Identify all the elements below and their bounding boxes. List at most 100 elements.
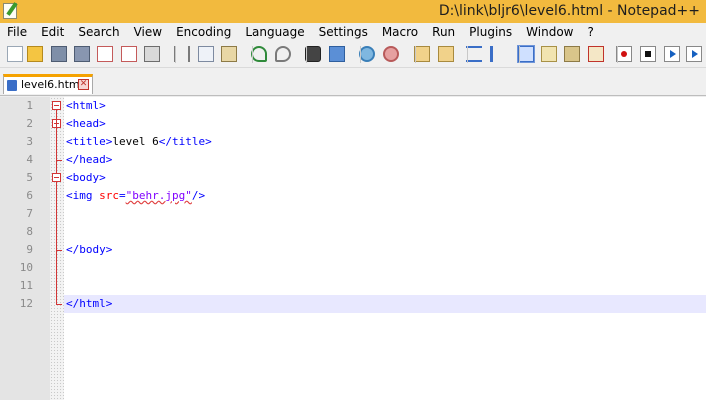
undo-icon[interactable] bbox=[251, 46, 267, 62]
menu-file[interactable]: File bbox=[0, 23, 34, 42]
cut-icon[interactable] bbox=[174, 46, 190, 62]
editor[interactable]: 1 2 3 4 5 6 7 8 9 10 11 12 <html> <head> <title>level… bbox=[0, 97, 706, 400]
fold-html-icon[interactable] bbox=[52, 101, 61, 110]
code-line[interactable] bbox=[64, 277, 706, 295]
line-number: 8 bbox=[26, 225, 33, 238]
fold-guide-head bbox=[56, 128, 57, 160]
document-icon bbox=[7, 80, 17, 91]
code-token: "behr.jpg" bbox=[125, 189, 192, 202]
close-all-icon[interactable] bbox=[121, 46, 137, 62]
zoom-in-icon[interactable] bbox=[359, 46, 375, 62]
line-number: 2 bbox=[26, 117, 33, 130]
menu-language[interactable]: Language bbox=[238, 23, 311, 42]
code-token: <html> bbox=[66, 99, 106, 112]
tab-strip: level6.html ✕ bbox=[0, 68, 706, 95]
toolbar-separator bbox=[175, 46, 176, 63]
play-macro-icon[interactable] bbox=[664, 46, 680, 62]
menu-macro[interactable]: Macro bbox=[375, 23, 425, 42]
record-macro-icon[interactable] bbox=[616, 46, 632, 62]
code-line[interactable] bbox=[64, 259, 706, 277]
menu-help[interactable]: ? bbox=[580, 23, 600, 42]
line-number-gutter: 1 2 3 4 5 6 7 8 9 10 11 12 bbox=[0, 97, 50, 400]
code-line[interactable]: <img src="behr.jpg"/> bbox=[64, 187, 706, 205]
menu-run[interactable]: Run bbox=[425, 23, 462, 42]
code-line[interactable]: </head> bbox=[64, 151, 706, 169]
notepadpp-app-icon[interactable] bbox=[3, 3, 17, 19]
paste-icon[interactable] bbox=[221, 46, 237, 62]
fold-end-head bbox=[56, 160, 62, 161]
toolbar-separator bbox=[360, 46, 361, 63]
function-list-icon[interactable] bbox=[588, 46, 604, 62]
menu-view[interactable]: View bbox=[127, 23, 169, 42]
line-number: 10 bbox=[19, 261, 33, 274]
line-number: 9 bbox=[26, 243, 33, 256]
toolbar-separator bbox=[617, 46, 618, 63]
line-number: 7 bbox=[26, 207, 33, 220]
code-line[interactable]: </body> bbox=[64, 241, 706, 259]
fold-margin bbox=[50, 97, 64, 400]
menu-window[interactable]: Window bbox=[519, 23, 580, 42]
code-line[interactable]: <title>level 6</title> bbox=[64, 133, 706, 151]
fold-body-icon[interactable] bbox=[52, 173, 61, 182]
line-number: 1 bbox=[26, 99, 33, 112]
doc-map-icon[interactable] bbox=[564, 46, 580, 62]
save-all-icon[interactable] bbox=[74, 46, 90, 62]
code-token: /> bbox=[191, 189, 206, 202]
show-all-chars-icon[interactable] bbox=[490, 46, 506, 62]
zoom-out-icon[interactable] bbox=[383, 46, 399, 62]
fold-end-body bbox=[56, 250, 62, 251]
code-area[interactable]: <html> <head> <title>level 6</title> </head… bbox=[64, 97, 706, 400]
tab-close-icon[interactable]: ✕ bbox=[78, 79, 89, 90]
code-token: <title> bbox=[66, 135, 113, 148]
stop-record-icon[interactable] bbox=[640, 46, 656, 62]
code-line[interactable]: <head> bbox=[64, 115, 706, 133]
window-title: D:\link\bljr6\level6.html - Notepad++ bbox=[438, 3, 700, 19]
copy-icon[interactable] bbox=[198, 46, 214, 62]
find-icon[interactable] bbox=[305, 46, 321, 62]
replace-icon[interactable] bbox=[329, 46, 345, 62]
code-line[interactable]: <body> bbox=[64, 169, 706, 187]
line-number: 5 bbox=[26, 171, 33, 184]
line-number: 3 bbox=[26, 135, 33, 148]
close-icon[interactable] bbox=[97, 46, 113, 62]
menu-settings[interactable]: Settings bbox=[312, 23, 375, 42]
code-line[interactable]: <html> bbox=[64, 97, 706, 115]
print-icon[interactable] bbox=[144, 46, 160, 62]
tab-label: level6.html bbox=[21, 78, 83, 91]
code-line[interactable]: </html> bbox=[64, 295, 706, 313]
redo-icon[interactable] bbox=[275, 46, 291, 62]
open-file-icon[interactable] bbox=[27, 46, 43, 62]
fold-end-html bbox=[56, 304, 62, 305]
menu-bar: File Edit Search View Encoding Language Settin… bbox=[0, 23, 706, 42]
user-lang-icon[interactable] bbox=[541, 46, 557, 62]
menu-encoding[interactable]: Encoding bbox=[169, 23, 238, 42]
code-token: = bbox=[119, 189, 126, 202]
code-token: </html> bbox=[66, 297, 113, 310]
new-file-icon[interactable] bbox=[7, 46, 23, 62]
code-line[interactable] bbox=[64, 223, 706, 241]
toolbar-separator bbox=[252, 46, 253, 63]
code-token: <body> bbox=[66, 171, 106, 184]
fold-guide-html-tail bbox=[56, 282, 57, 304]
indent-guide-icon[interactable] bbox=[517, 45, 535, 63]
toolbar-separator bbox=[415, 46, 416, 63]
code-token: src bbox=[99, 189, 119, 202]
sync-horizontal-icon[interactable] bbox=[438, 46, 454, 62]
code-token: <img bbox=[66, 189, 100, 202]
toolbar-separator bbox=[519, 46, 520, 63]
tab-level6-html[interactable]: level6.html ✕ bbox=[3, 74, 93, 94]
menu-plugins[interactable]: Plugins bbox=[462, 23, 519, 42]
fold-guide-body bbox=[56, 182, 57, 250]
word-wrap-icon[interactable] bbox=[466, 46, 482, 62]
save-icon[interactable] bbox=[51, 46, 67, 62]
code-token: </title> bbox=[158, 135, 212, 148]
toolbar bbox=[0, 42, 706, 68]
play-multiple-icon[interactable] bbox=[686, 46, 702, 62]
code-token: </body> bbox=[66, 243, 113, 256]
line-number: 6 bbox=[26, 189, 33, 202]
sync-vertical-icon[interactable] bbox=[414, 46, 430, 62]
menu-edit[interactable]: Edit bbox=[34, 23, 71, 42]
menu-search[interactable]: Search bbox=[71, 23, 126, 42]
code-line[interactable] bbox=[64, 205, 706, 223]
toolbar-separator bbox=[306, 46, 307, 63]
